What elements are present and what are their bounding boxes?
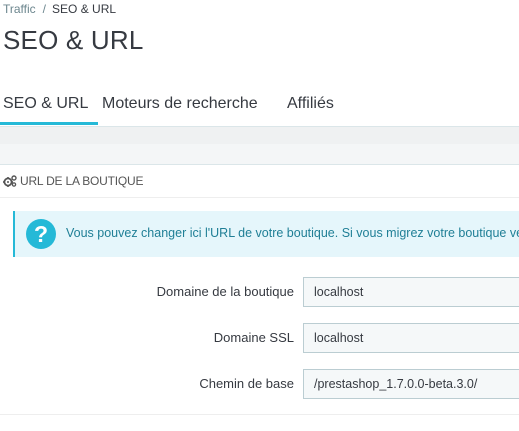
- question-icon: ?: [26, 219, 56, 249]
- panel-heading: URL DE LA BOUTIQUE: [0, 165, 519, 198]
- shop-url-panel: URL DE LA BOUTIQUE ? Vous pouvez changer…: [0, 164, 519, 431]
- base-uri-input[interactable]: [303, 369, 519, 399]
- tab-affiliates[interactable]: Affiliés: [287, 84, 334, 124]
- cogs-icon: [3, 175, 17, 187]
- panel-heading-title: URL DE LA BOUTIQUE: [20, 174, 144, 188]
- breadcrumb-current: SEO & URL: [52, 2, 117, 16]
- tab-search-engines[interactable]: Moteurs de recherche: [102, 84, 258, 124]
- ssl-domain-label: Domaine SSL: [213, 330, 294, 345]
- breadcrumb: Traffic / SEO & URL: [3, 2, 116, 16]
- shop-domain-input[interactable]: [303, 277, 519, 307]
- form-row-shop-domain: Domaine de la boutique: [0, 277, 519, 307]
- page: Traffic / SEO & URL SEO & URL SEO & URL Mo…: [0, 0, 519, 431]
- tab-seo-url[interactable]: SEO & URL: [0, 84, 99, 125]
- info-alert-text: Vous pouvez changer ici l'URL de votre b…: [66, 226, 519, 240]
- ssl-domain-input[interactable]: [303, 323, 519, 353]
- info-alert: ? Vous pouvez changer ici l'URL de votre…: [13, 211, 519, 257]
- breadcrumb-traffic-link[interactable]: Traffic: [3, 2, 36, 16]
- form-row-base-uri: Chemin de base: [0, 369, 519, 399]
- base-uri-label: Chemin de base: [199, 376, 294, 391]
- tab-bar: SEO & URL Moteurs de recherche Affiliés: [0, 84, 519, 127]
- content-background-band: [0, 127, 519, 164]
- content-background-strip: [0, 144, 519, 164]
- form-row-ssl-domain: Domaine SSL: [0, 323, 519, 353]
- panel-divider: [0, 414, 519, 415]
- breadcrumb-separator: /: [42, 2, 47, 16]
- shop-domain-label: Domaine de la boutique: [156, 284, 294, 299]
- page-title: SEO & URL: [3, 25, 144, 55]
